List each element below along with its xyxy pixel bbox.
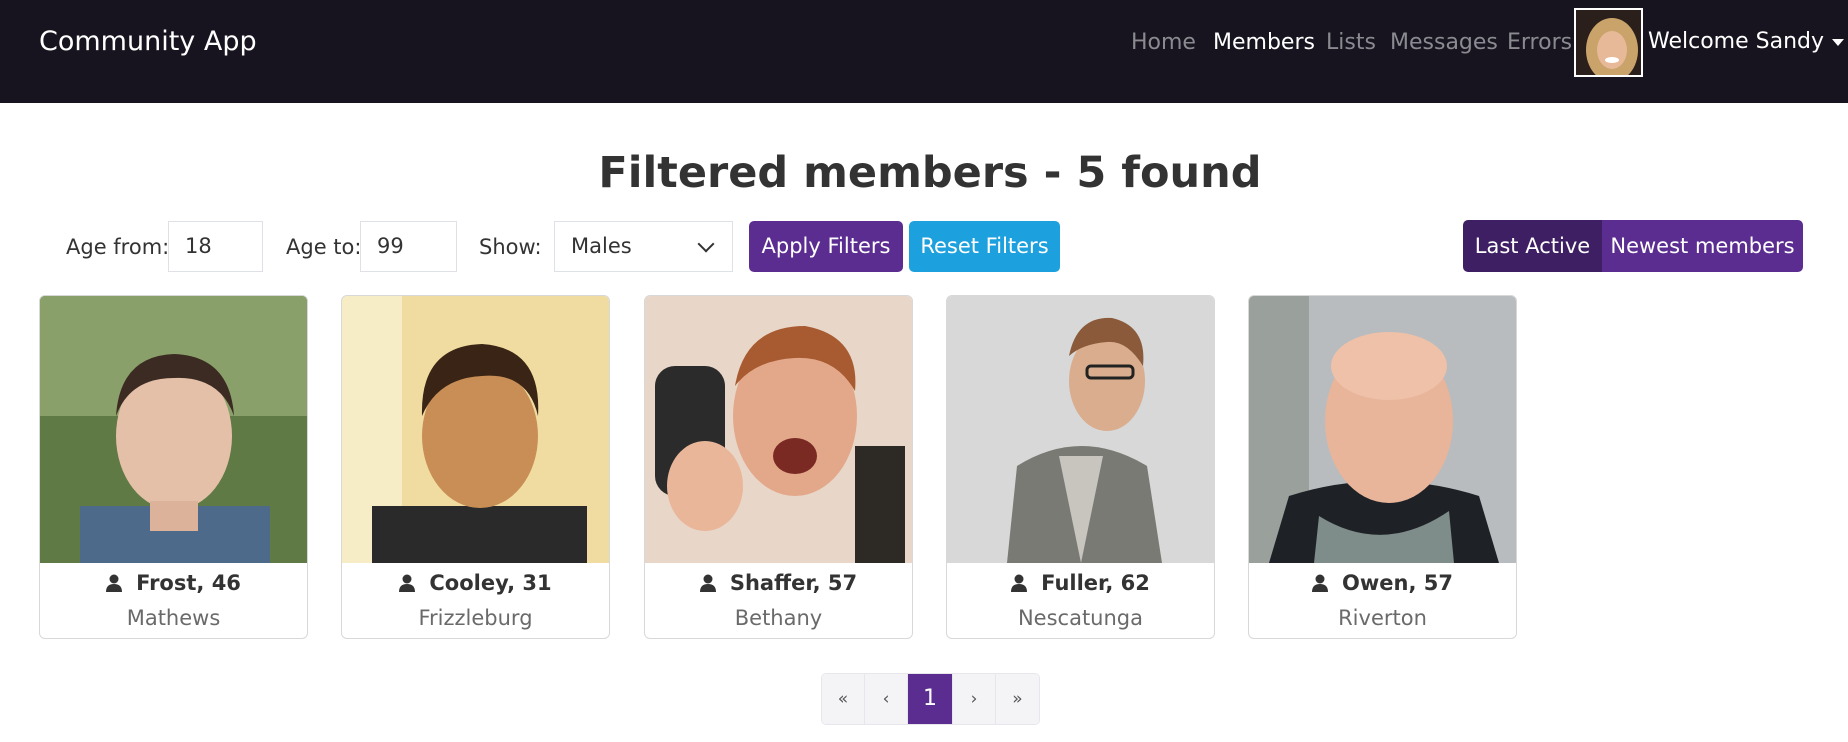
chevron-down-icon [697,235,715,253]
member-card[interactable]: Cooley, 31 Frizzleburg [341,295,610,639]
pagination-last[interactable]: » [996,674,1039,724]
gender-select[interactable]: Males [554,221,733,272]
age-from-label: Age from: [66,235,170,259]
member-name-text: Frost, 46 [136,571,241,595]
pagination-page-1[interactable]: 1 [908,674,953,724]
show-label: Show: [479,235,542,259]
user-icon [106,574,123,592]
navbar: Community App Home Members Lists Message… [0,0,1848,103]
user-icon [699,574,716,592]
member-photo [342,296,609,563]
sort-button-group: Last Active Newest members [1463,220,1803,272]
welcome-label: Welcome Sandy [1648,29,1824,54]
member-name: Fuller, 62 [947,571,1214,595]
user-icon [1312,574,1329,592]
pagination: « ‹ 1 › » [821,673,1040,725]
member-name: Frost, 46 [40,571,307,595]
nav-members[interactable]: Members [1213,30,1315,55]
member-name: Cooley, 31 [342,571,609,595]
member-photo [645,296,912,563]
last-active-button[interactable]: Last Active [1463,220,1602,272]
member-name-text: Fuller, 62 [1041,571,1150,595]
apply-filters-button[interactable]: Apply Filters [749,221,903,272]
nav-errors[interactable]: Errors [1507,30,1572,55]
member-photo [1249,296,1516,563]
member-name-text: Cooley, 31 [429,571,552,595]
member-card[interactable]: Shaffer, 57 Bethany [644,295,913,639]
member-name: Owen, 57 [1249,571,1516,595]
member-city: Nescatunga [1017,606,1144,630]
member-city: Riverton [1338,606,1427,630]
newest-members-button[interactable]: Newest members [1602,220,1803,272]
member-name: Shaffer, 57 [645,571,912,595]
member-card[interactable]: Frost, 46 Mathews [39,295,308,639]
member-name-text: Shaffer, 57 [729,571,858,595]
nav-home[interactable]: Home [1131,30,1196,55]
welcome-dropdown[interactable]: Welcome Sandy [1648,29,1844,54]
user-icon [1011,574,1028,592]
member-photo [40,296,307,563]
member-city: Bethany [734,606,823,630]
caret-down-icon [1832,38,1844,46]
page-title: Filtered members - 5 found [598,148,1262,198]
age-to-input[interactable]: 99 [360,221,457,272]
gender-select-value: Males [571,234,632,258]
member-city: Frizzleburg [418,606,533,630]
user-avatar [1574,8,1643,77]
pagination-first[interactable]: « [822,674,865,724]
pagination-prev[interactable]: ‹ [865,674,908,724]
member-city: Mathews [126,606,221,630]
member-card[interactable]: Owen, 57 Riverton [1248,295,1517,639]
reset-filters-button[interactable]: Reset Filters [909,221,1060,272]
member-name-text: Owen, 57 [1342,571,1453,595]
member-card[interactable]: Fuller, 62 Nescatunga [946,295,1215,639]
user-icon [399,574,416,592]
nav-messages[interactable]: Messages [1390,30,1498,55]
age-from-input[interactable]: 18 [168,221,263,272]
pagination-next[interactable]: › [953,674,996,724]
age-to-label: Age to: [286,235,362,259]
nav-lists[interactable]: Lists [1326,30,1376,55]
member-photo [947,296,1214,563]
app-brand[interactable]: Community App [39,26,257,57]
